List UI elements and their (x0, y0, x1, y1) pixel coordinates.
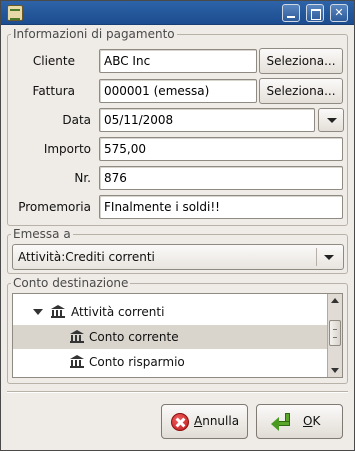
payment-info-group-label: Informazioni di pagamento (11, 27, 177, 41)
bank-icon (70, 355, 84, 368)
invoice-select-button[interactable]: Seleziona... (259, 78, 343, 104)
invoice-field[interactable]: 000001 (emessa) (99, 79, 257, 103)
maximize-icon[interactable] (306, 4, 324, 22)
minimize-icon[interactable] (282, 4, 300, 22)
number-label: Nr. (74, 171, 91, 185)
chevron-down-icon (324, 255, 334, 260)
title-bar[interactable]: ✕ (1, 1, 354, 25)
customer-select-button[interactable]: Seleziona... (259, 48, 343, 74)
date-field[interactable]: 05/11/2008 (99, 108, 315, 132)
date-label: Data (62, 113, 91, 127)
cancel-button[interactable]: Annulla (161, 404, 248, 439)
tree-row-current-assets[interactable]: Attività correnti (13, 300, 327, 324)
ok-label: OK (303, 414, 321, 428)
ok-button[interactable]: OK (256, 404, 343, 439)
close-icon[interactable]: ✕ (330, 4, 348, 22)
expander-icon[interactable] (33, 309, 43, 315)
posted-to-group-label: Emessa a (11, 227, 73, 241)
scroll-up-icon[interactable] (331, 298, 339, 303)
bank-icon (51, 305, 65, 318)
account-tree[interactable]: Attività correnti Conto corrente Conto r… (12, 293, 343, 378)
amount-field[interactable]: 575,00 (99, 137, 343, 161)
payment-dialog: ✕ Informazioni di pagamento Cliente ABC … (0, 0, 355, 451)
tree-row-savings-account[interactable]: Conto risparmio (13, 350, 327, 374)
posted-to-select[interactable]: Attività:Crediti correnti (12, 244, 344, 270)
amount-label: Importo (43, 142, 91, 156)
transfer-account-group-label: Conto destinazione (11, 276, 131, 290)
combo-separator (316, 248, 317, 266)
customer-label: Cliente (32, 54, 75, 68)
ok-arrow-icon (271, 413, 293, 431)
cancel-icon (171, 413, 189, 431)
memo-field[interactable]: FInalmente i soldi!! (99, 195, 343, 219)
scroll-thumb[interactable] (329, 320, 341, 346)
tree-item-label: Attività correnti (71, 305, 165, 319)
posted-to-value: Attività:Crediti correnti (18, 250, 155, 264)
cancel-label: Annulla (194, 414, 240, 428)
date-picker-button[interactable] (318, 108, 344, 132)
tree-scrollbar[interactable] (327, 294, 342, 377)
app-icon[interactable] (7, 5, 23, 21)
tree-item-label: Conto risparmio (89, 355, 185, 369)
number-field[interactable]: 876 (99, 166, 343, 190)
invoice-label: Fattura (32, 84, 75, 98)
memo-label: Promemoria (18, 200, 91, 214)
tree-item-label: Conto corrente (89, 330, 179, 344)
chevron-down-icon (327, 118, 337, 123)
bank-icon (70, 330, 84, 343)
customer-field[interactable]: ABC Inc (99, 49, 257, 73)
tree-row-checking-account[interactable]: Conto corrente (13, 325, 327, 349)
button-separator (7, 391, 348, 393)
scroll-down-icon[interactable] (331, 368, 339, 373)
